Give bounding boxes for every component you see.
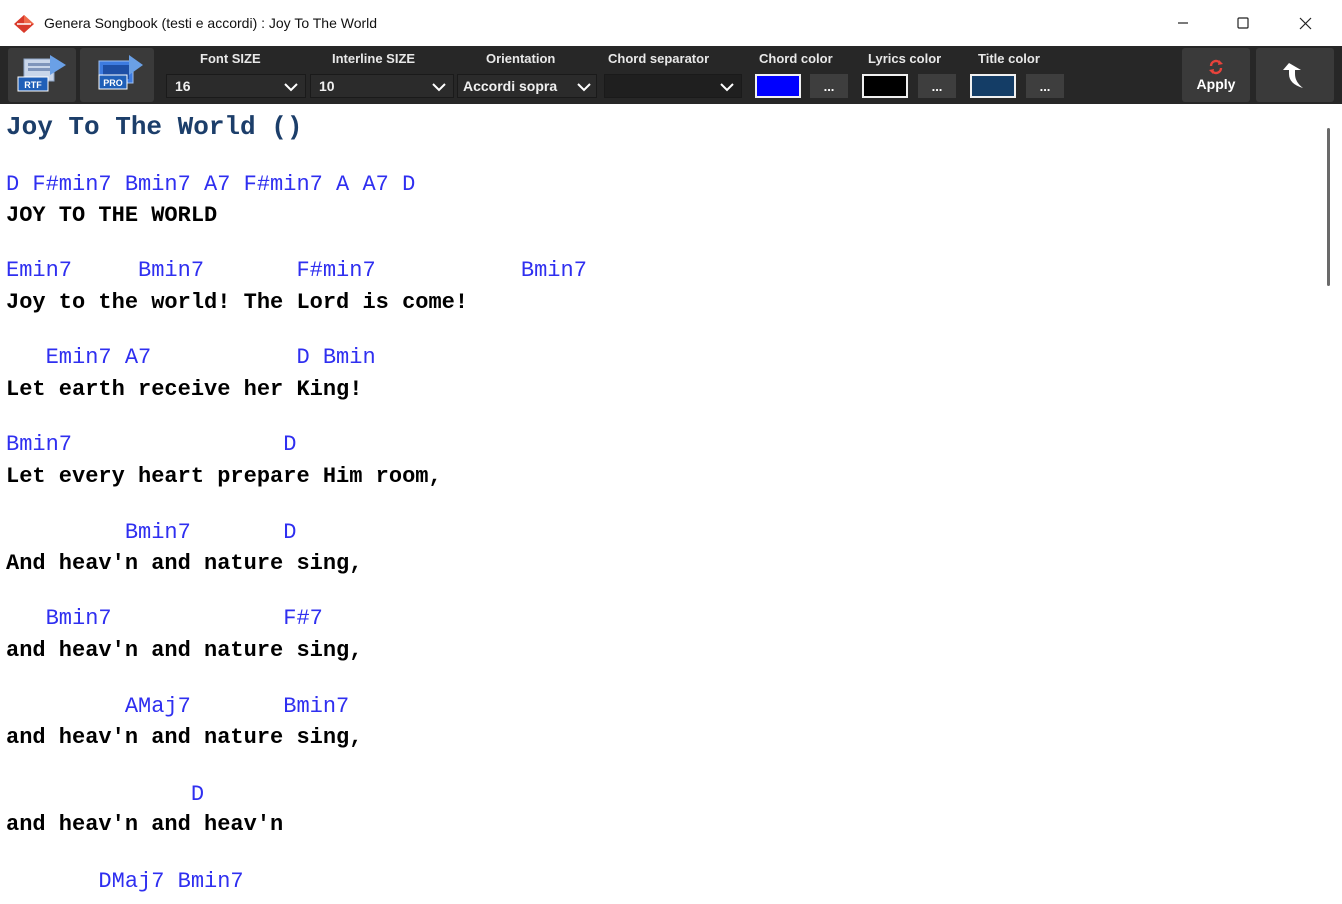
lyric-line: Let every heart prepare Him room, [6, 464, 442, 489]
lyrics-color-picker-button[interactable]: ... [918, 74, 956, 98]
lyric-line: and heav'n and heav'n [6, 812, 284, 837]
orientation-select[interactable]: Accordi sopra [457, 74, 597, 98]
chord-line: AMaj7 Bmin7 [6, 694, 350, 719]
chord-separator-label: Chord separator [608, 51, 710, 66]
lyric-line: and heav'n and nature sing, [6, 638, 363, 663]
pro-export-icon: PRO [98, 55, 143, 90]
font-size-value: 16 [175, 78, 191, 94]
chevron-down-icon [720, 83, 734, 92]
interline-size-select[interactable]: 10 [310, 74, 454, 98]
orientation-label: Orientation [486, 51, 556, 66]
chord-line: Bmin7 D [6, 432, 297, 457]
chord-line: D F#min7 Bmin7 A7 F#min7 A A7 D [6, 172, 416, 197]
chord-separator-select[interactable] [604, 74, 742, 98]
vertical-scrollbar[interactable] [1318, 104, 1342, 904]
lyric-line: and heav'n and nature sing, [6, 725, 363, 750]
lyrics-color-label: Lyrics color [868, 51, 942, 66]
maximize-icon [1237, 17, 1249, 29]
refresh-icon [1209, 59, 1223, 74]
title-bar: Genera Songbook (testi e accordi) : Joy … [0, 0, 1342, 46]
pro-export-button[interactable]: PRO [80, 48, 154, 102]
title-color-label: Title color [978, 51, 1040, 66]
minimize-icon [1178, 22, 1188, 24]
apply-button[interactable]: Apply [1182, 48, 1250, 102]
svg-text:RTF: RTF [24, 80, 42, 90]
chord-line: Emin7 A7 D Bmin [6, 345, 376, 370]
chord-line: Emin7 Bmin7 F#min7 Bmin7 [6, 258, 587, 283]
scrollbar-thumb[interactable] [1327, 128, 1330, 286]
title-color-picker-button[interactable]: ... [1026, 74, 1064, 98]
lyric-line: JOY TO THE WORLD [6, 203, 218, 228]
close-button[interactable] [1282, 8, 1328, 38]
minimize-button[interactable] [1160, 8, 1206, 38]
chevron-down-icon [284, 83, 298, 92]
song-title: Joy To The World () [6, 112, 303, 142]
lyric-line: Joy to the world! The Lord is come! [6, 290, 469, 315]
apply-label: Apply [1196, 75, 1236, 92]
back-button[interactable] [1256, 48, 1334, 102]
chevron-down-icon [432, 83, 446, 92]
song-view: Joy To The World () D F#min7 Bmin7 A7 F#… [0, 104, 1318, 904]
chord-color-picker-button[interactable]: ... [810, 74, 848, 98]
lyric-line: Let earth receive her King! [6, 377, 363, 402]
orientation-value: Accordi sopra [463, 78, 558, 94]
close-icon [1299, 17, 1311, 29]
interline-size-value: 10 [319, 78, 335, 94]
lyric-line: And heav'n and nature sing, [6, 551, 363, 576]
chord-line: Bmin7 D [6, 520, 297, 545]
chord-color-label: Chord color [759, 51, 833, 66]
interline-size-label: Interline SIZE [332, 51, 416, 66]
lyrics-color-swatch[interactable] [862, 74, 908, 98]
svg-text:PRO: PRO [103, 78, 123, 88]
chord-color-swatch[interactable] [755, 74, 801, 98]
back-arrow-icon [1283, 63, 1303, 88]
maximize-button[interactable] [1220, 8, 1266, 38]
chord-line: DMaj7 Bmin7 [6, 869, 244, 894]
rtf-export-button[interactable]: RTF [8, 48, 76, 102]
rtf-export-icon: RTF [17, 55, 66, 92]
chord-line: Bmin7 F#7 [6, 606, 323, 631]
chord-line: D [6, 782, 205, 807]
chevron-down-icon [577, 83, 591, 92]
font-size-select[interactable]: 16 [166, 74, 306, 98]
diamond-app-icon [14, 15, 34, 33]
toolbar: RTF PRO Font SIZE 16 Interline SIZE 10 O… [0, 46, 1342, 104]
title-color-swatch[interactable] [970, 74, 1016, 98]
window-title: Genera Songbook (testi e accordi) : Joy … [44, 15, 378, 31]
font-size-label: Font SIZE [200, 51, 261, 66]
